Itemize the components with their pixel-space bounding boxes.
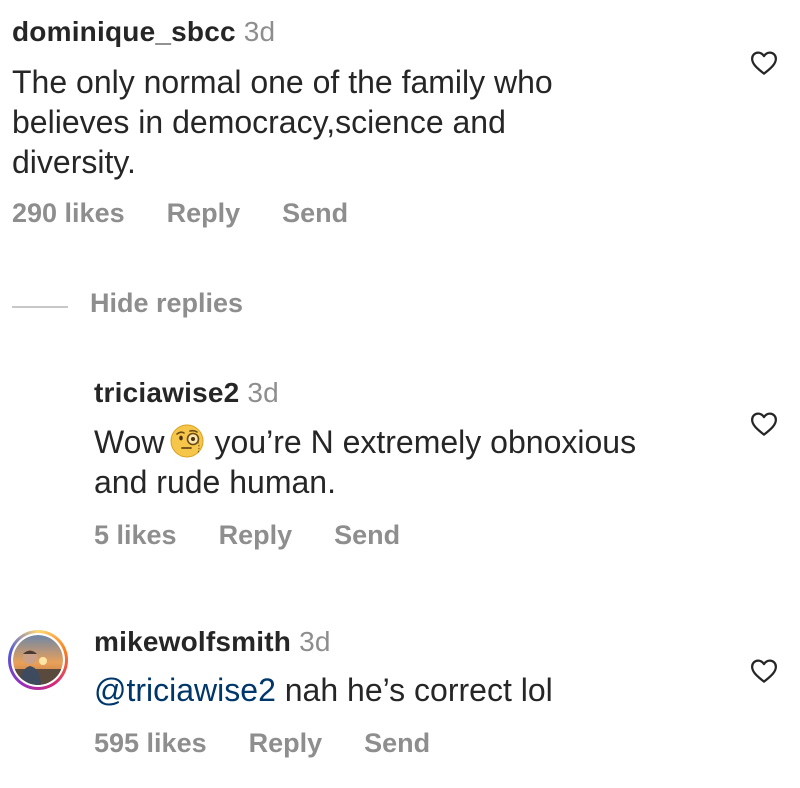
reply-username-link[interactable]: triciawise2 [94, 377, 239, 408]
likes-count[interactable]: 290 likes [12, 198, 125, 229]
comment-username[interactable]: dominique_sbcc 3d [12, 16, 275, 48]
reply-text-body: nah he’s correct lol [275, 672, 553, 708]
reply-button[interactable]: Reply [249, 728, 323, 759]
comment-meta: 290 likes Reply Send [12, 198, 348, 229]
comment-text-line: diversity. [12, 144, 136, 180]
face-with-monocle-emoji [170, 424, 204, 458]
comment-username-link[interactable]: dominique_sbcc [12, 16, 236, 47]
reply-text-line: and rude human. [94, 464, 336, 500]
hide-replies-button[interactable]: Hide replies [90, 288, 243, 319]
avatar-border [11, 633, 65, 687]
reply-meta: 5 likes Reply Send [94, 520, 400, 551]
avatar-photo [13, 635, 63, 685]
avatar[interactable] [8, 630, 68, 690]
user-mention-link[interactable]: @triciawise2 [94, 672, 276, 708]
reply-text-line: Wow you’re N extremely obnoxious [94, 422, 636, 462]
send-button[interactable]: Send [364, 728, 430, 759]
comment-text: The only normal one of the family who be… [12, 62, 553, 182]
reply-text-rest: you’re N extremely obnoxious [214, 424, 637, 460]
reply-time: 3d [299, 626, 331, 657]
heart-outline-icon[interactable] [749, 409, 779, 439]
send-button[interactable]: Send [334, 520, 400, 551]
reply-username[interactable]: triciawise2 3d [94, 377, 279, 409]
reply-button[interactable]: Reply [167, 198, 241, 229]
reply-username[interactable]: mikewolfsmith 3d [94, 626, 331, 658]
reply-button[interactable]: Reply [219, 520, 293, 551]
comment-text-line: The only normal one of the family who [12, 64, 553, 100]
heart-outline-icon[interactable] [749, 656, 779, 686]
heart-outline-icon[interactable] [749, 48, 779, 78]
reply-text: Wow you’re N extremely obnoxious and rud… [94, 422, 636, 502]
reply-text: @triciawise2 nah he’s correct lol [94, 670, 553, 710]
reply-meta: 595 likes Reply Send [94, 728, 430, 759]
send-button[interactable]: Send [282, 198, 348, 229]
likes-count[interactable]: 595 likes [94, 728, 207, 759]
reply-username-link[interactable]: mikewolfsmith [94, 626, 291, 657]
reply-time: 3d [247, 377, 279, 408]
hide-replies-divider [12, 306, 68, 308]
reply-text-start: Wow [94, 424, 165, 460]
likes-count[interactable]: 5 likes [94, 520, 177, 551]
comment-text-line: believes in democracy,science and [12, 104, 506, 140]
comment-time: 3d [243, 16, 276, 47]
